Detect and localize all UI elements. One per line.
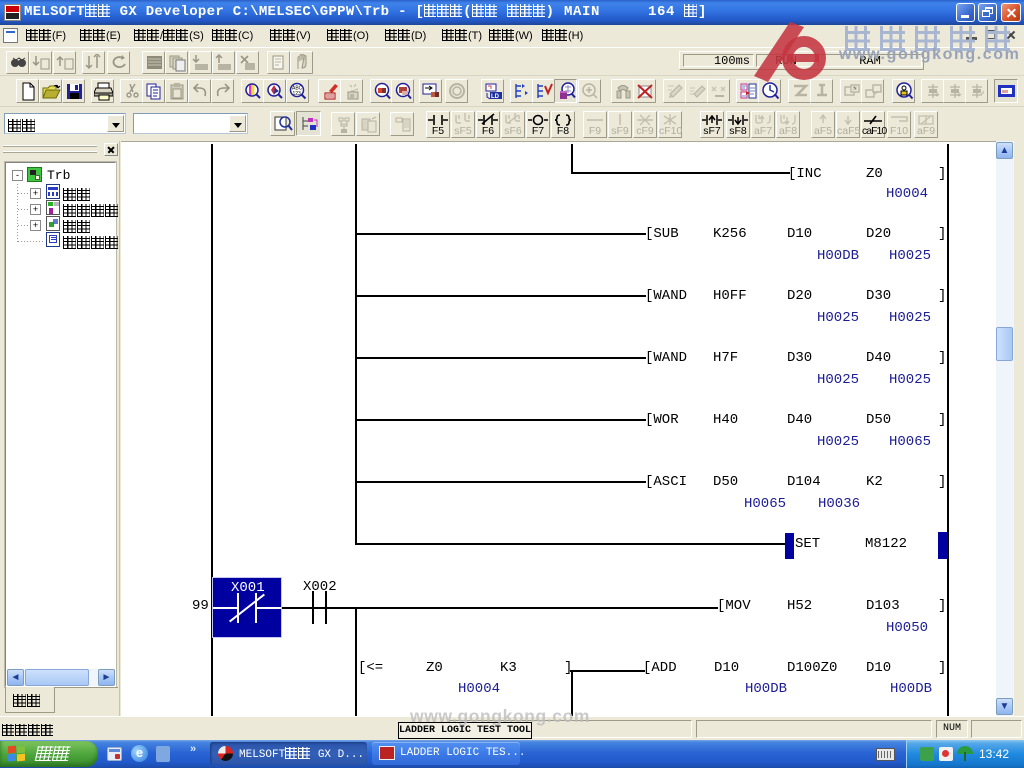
svg-text:LD: LD [491, 94, 500, 100]
svg-text:123: 123 [293, 91, 302, 97]
